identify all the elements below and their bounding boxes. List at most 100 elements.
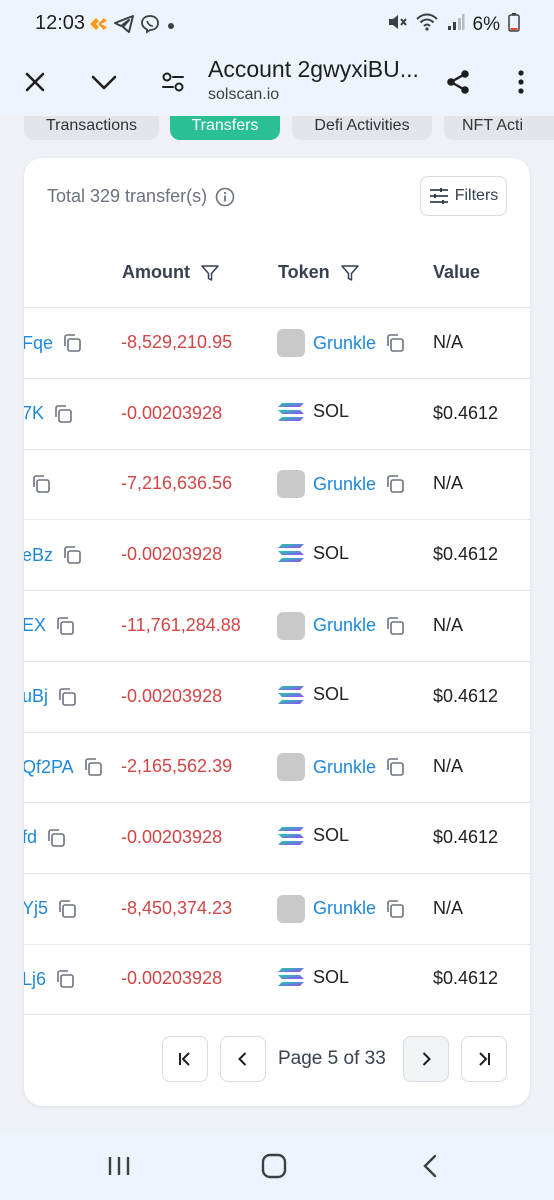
status-bar: 12:03 6% [0,0,554,48]
from-address-link[interactable]: Qf2PA [24,757,74,778]
tab-defi-activities[interactable]: Defi Activities [292,116,432,140]
home-button[interactable] [250,1146,298,1186]
battery-percent: 6% [472,14,500,35]
value-cell: N/A [433,897,464,918]
account-tabs: Transactions Transfers Defi Activities N… [0,116,554,140]
back-button[interactable] [406,1146,454,1186]
copy-icon[interactable] [61,332,83,354]
token-name[interactable]: Grunkle [313,474,376,495]
copy-icon[interactable] [56,686,78,708]
copy-icon[interactable] [52,403,74,425]
token-name: SOL [313,401,350,422]
from-address-cell[interactable]: Yj5 [24,898,78,920]
page-info-button[interactable] [149,58,197,106]
from-address-link[interactable]: EX [24,615,46,636]
copy-icon[interactable] [384,756,406,778]
amount-cell: -0.00203928 [121,544,223,565]
amount-cell: -0.00203928 [121,826,223,847]
first-page-icon [179,1052,190,1066]
from-address-cell[interactable]: EX [24,615,76,637]
amount-cell: -11,761,284.88 [121,614,241,635]
pagination: Page 5 of 33 [24,1036,530,1084]
page-url: solscan.io [208,86,280,103]
copy-icon[interactable] [61,544,83,566]
value-cell: $0.4612 [433,826,499,847]
info-icon[interactable] [215,187,235,207]
more-options-button[interactable] [497,58,545,106]
from-address-cell[interactable]: Lj6 [24,968,76,990]
token-cell: Grunkle [277,611,406,640]
copy-icon[interactable] [56,898,78,920]
status-time: 12:03 [35,12,86,34]
tab-nft-activities[interactable]: NFT Acti [444,116,554,140]
token-name[interactable]: Grunkle [313,333,376,354]
from-address-link[interactable]: eBz [24,545,53,566]
browser-toolbar: Account 2gwyxiBU... solscan.io [0,48,554,116]
amount-cell: -2,165,562.39 [121,756,233,777]
from-address-cell[interactable] [24,473,52,495]
close-icon [25,72,45,92]
status-notification-icons [88,14,176,39]
mute-icon [387,13,407,37]
copy-icon[interactable] [384,615,406,637]
last-page-button[interactable] [461,1036,507,1082]
from-address-cell[interactable]: eBz [24,544,83,566]
value-cell: N/A [433,332,464,352]
copy-icon[interactable] [54,615,76,637]
token-name[interactable]: Grunkle [313,615,376,636]
filters-label: Filters [454,187,499,204]
from-address-link[interactable]: Yj5 [24,898,48,919]
transfers-card: Total 329 transfer(s) Filters Amount Tok… [24,158,530,1106]
from-address-cell[interactable]: uBj [24,686,78,708]
amount-header-label: Amount [122,262,190,282]
sol-token-icon [278,685,304,704]
token-cell: Grunkle [277,470,406,499]
minimize-button[interactable] [80,58,128,106]
wifi-icon [415,13,439,37]
next-page-button[interactable] [403,1036,449,1082]
total-transfers: Total 329 transfer(s) [47,186,235,207]
close-button[interactable] [11,58,59,106]
token-name: SOL [313,542,350,563]
table-row: uBj -0.00203928 SOL $0.4612 [24,662,530,733]
status-system-icons: 6% [387,12,520,38]
table-row: Yj5 -8,450,374.23 Grunkle N/A [24,874,530,945]
from-address-link[interactable]: Fqe [24,333,53,354]
funnel-filter-icon[interactable] [200,263,220,283]
table-row: eBz -0.00203928 SOL $0.4612 [24,520,530,592]
from-address-cell[interactable]: Qf2PA [24,756,104,778]
from-address-link[interactable]: uBj [24,686,48,707]
from-address-link[interactable]: Lj6 [24,969,46,990]
copy-icon[interactable] [45,827,67,849]
first-page-button[interactable] [162,1036,208,1082]
from-address-link[interactable]: fd [24,827,37,848]
copy-icon[interactable] [384,473,406,495]
previous-page-button[interactable] [220,1036,266,1082]
from-address-link[interactable]: 7K [24,403,44,424]
from-address-cell[interactable]: Fqe [24,332,83,354]
amount-cell: -8,529,210.95 [121,332,233,352]
back-icon [423,1154,437,1178]
value-cell: $0.4612 [433,544,499,565]
tab-transfers[interactable]: Transfers [170,116,280,140]
tab-transactions[interactable]: Transactions [24,116,159,140]
copy-icon[interactable] [384,898,406,920]
telegram-icon [114,15,134,38]
from-address-cell[interactable]: 7K [24,403,74,425]
value-cell: N/A [433,756,464,777]
from-address-cell[interactable]: fd [24,827,67,849]
value-cell: $0.4612 [433,968,499,989]
copy-icon[interactable] [82,756,104,778]
share-button[interactable] [434,58,482,106]
copy-icon[interactable] [30,473,52,495]
copy-icon[interactable] [384,332,406,354]
table-row: -7,216,636.56 Grunkle N/A [24,449,530,521]
value-cell: $0.4612 [433,685,499,706]
token-name: SOL [313,684,350,704]
recent-apps-button[interactable] [95,1146,143,1186]
filters-button[interactable]: Filters [420,176,507,216]
funnel-filter-icon[interactable] [340,263,360,283]
token-name[interactable]: Grunkle [313,898,376,919]
token-name[interactable]: Grunkle [313,757,376,778]
copy-icon[interactable] [54,968,76,990]
